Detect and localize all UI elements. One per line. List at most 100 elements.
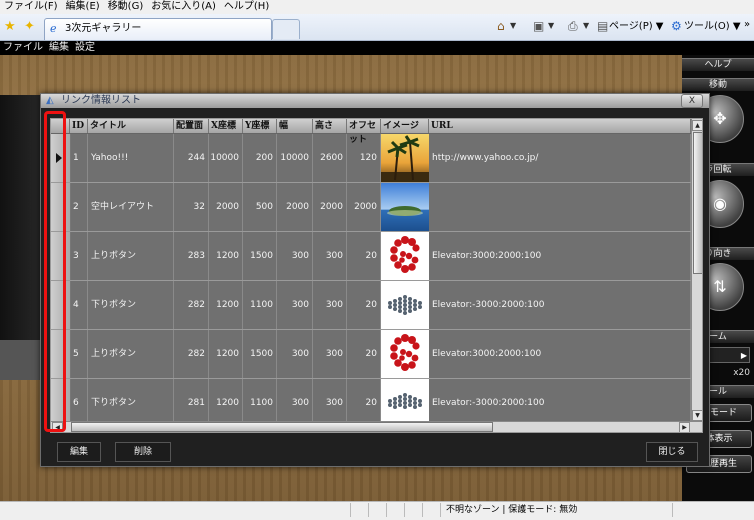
cell-y: 200 [243, 134, 277, 182]
col-id[interactable]: ID [70, 119, 88, 133]
status-divider [368, 503, 369, 517]
toolbar-overflow-icon[interactable]: » [744, 19, 750, 31]
status-divider [404, 503, 405, 517]
add-favorites-icon[interactable]: ✦ [24, 20, 35, 34]
status-divider [386, 503, 387, 517]
link-table: ID タイトル 配置面 X座標 Y座標 幅 高さ オフセット イメージ URL … [50, 118, 703, 433]
cell-id: 6 [70, 379, 88, 427]
menu-go[interactable]: 移動(G) [104, 0, 148, 13]
page-icon: ▤ [597, 19, 609, 33]
col-title[interactable]: タイトル [88, 119, 174, 133]
status-zone-text: 不明なゾーン | 保護モード: 無効 [446, 505, 578, 515]
col-face[interactable]: 配置面 [174, 119, 209, 133]
status-divider [422, 503, 423, 517]
tab-title: 3次元ギャラリー [65, 23, 142, 34]
cell-x: 10000 [209, 134, 243, 182]
favorites-star-icon[interactable]: ★ [4, 20, 16, 34]
home-dropdown-icon[interactable]: ▼ [510, 20, 516, 32]
scroll-up-icon[interactable]: ▲ [692, 120, 702, 131]
table-row[interactable]: 3 上りボタン 283 1200 1500 300 300 20 Elevato… [51, 232, 691, 281]
print-icon[interactable]: ⎙ [568, 19, 578, 33]
col-x[interactable]: X座標 [209, 119, 243, 133]
table-row[interactable]: 1 Yahoo!!! 244 10000 200 10000 2600 120 … [51, 134, 691, 183]
cell-id: 5 [70, 330, 88, 378]
zoom-slider-arrow-icon[interactable]: ▶ [706, 347, 750, 363]
cell-height: 2600 [313, 134, 347, 182]
cell-url [429, 183, 691, 231]
tools-gear-icon: ⚙ [671, 19, 682, 33]
menu-edit[interactable]: 編集(E) [62, 0, 104, 13]
help-label[interactable]: ヘルプ [682, 58, 754, 71]
tab-3d-gallery[interactable]: ℯ 3次元ギャラリー [44, 18, 272, 40]
cell-face: 283 [174, 232, 209, 280]
sphere-grid-image [381, 379, 429, 427]
cell-y: 1100 [243, 379, 277, 427]
cell-id: 3 [70, 232, 88, 280]
status-bar [0, 501, 754, 520]
status-divider [350, 503, 351, 517]
cell-offset: 20 [347, 281, 381, 329]
horizontal-scroll-thumb[interactable] [71, 422, 493, 432]
row-header-highlight [44, 111, 66, 432]
cell-id: 4 [70, 281, 88, 329]
cell-url: Elevator:3000:2000:100 [429, 232, 691, 280]
new-tab-button[interactable] [272, 19, 300, 39]
col-height[interactable]: 高さ [313, 119, 347, 133]
cell-id: 2 [70, 183, 88, 231]
cell-x: 1200 [209, 330, 243, 378]
table-row[interactable]: 2 空中レイアウト 32 2000 500 2000 2000 2000 [51, 183, 691, 232]
feeds-dropdown-icon[interactable]: ▼ [548, 20, 554, 32]
cell-y: 500 [243, 183, 277, 231]
link-info-dialog: ◭ リンク情報リスト X ID タイトル 配置面 X座標 Y座標 幅 高さ オフ… [40, 93, 710, 467]
tools-menu[interactable]: ツール(O) ▼ [684, 21, 741, 33]
move-label: 移動 [682, 78, 754, 91]
app-menu-edit[interactable]: 編集 [46, 41, 72, 55]
cell-face: 282 [174, 281, 209, 329]
sphere-grid-image [381, 281, 429, 329]
scroll-down-icon[interactable]: ▼ [692, 410, 702, 421]
cell-url: http://www.yahoo.co.jp/ [429, 134, 691, 182]
cell-face: 281 [174, 379, 209, 427]
feeds-icon[interactable]: ▣ [533, 19, 544, 33]
page-menu[interactable]: ページ(P) ▼ [609, 21, 664, 33]
col-image[interactable]: イメージ [381, 119, 429, 133]
close-button[interactable]: 閉じる [646, 442, 698, 462]
status-divider [672, 503, 673, 517]
menu-file[interactable]: ファイル(F) [0, 0, 62, 13]
cell-title: 上りボタン [88, 330, 174, 378]
delete-button[interactable]: 削除 [115, 442, 171, 462]
dialog-titlebar[interactable]: ◭ リンク情報リスト X [41, 94, 709, 108]
cell-x: 1200 [209, 281, 243, 329]
menu-favorites[interactable]: お気に入り(A) [147, 0, 220, 13]
cell-offset: 120 [347, 134, 381, 182]
cell-title: 下りボタン [88, 281, 174, 329]
cell-offset: 20 [347, 232, 381, 280]
cell-face: 32 [174, 183, 209, 231]
cell-y: 1500 [243, 232, 277, 280]
cell-offset: 2000 [347, 183, 381, 231]
print-dropdown-icon[interactable]: ▼ [583, 20, 589, 32]
table-row[interactable]: 4 下りボタン 282 1200 1100 300 300 20 Elevato… [51, 281, 691, 330]
col-y[interactable]: Y座標 [243, 119, 277, 133]
col-width[interactable]: 幅 [277, 119, 313, 133]
scroll-right-icon[interactable]: ▶ [679, 422, 690, 432]
cell-width: 300 [277, 379, 313, 427]
cell-url: Elevator:-3000:2000:100 [429, 379, 691, 427]
cell-width: 300 [277, 330, 313, 378]
col-url[interactable]: URL [429, 119, 691, 133]
table-row[interactable]: 5 上りボタン 282 1200 1500 300 300 20 Elevato… [51, 330, 691, 379]
cell-id: 1 [70, 134, 88, 182]
cell-title: 空中レイアウト [88, 183, 174, 231]
home-icon[interactable]: ⌂ [497, 19, 505, 33]
dialog-close-icon[interactable]: X [681, 94, 703, 108]
vertical-scroll-thumb[interactable] [693, 132, 702, 274]
browser-menu-bar: ファイル(F) 編集(E) 移動(G) お気に入り(A) ヘルプ(H) [0, 0, 754, 14]
red-spiral-image [381, 232, 429, 280]
cell-height: 300 [313, 379, 347, 427]
edit-button[interactable]: 編集 [57, 442, 101, 462]
app-menu-file[interactable]: ファイル [0, 41, 46, 55]
cell-title: Yahoo!!! [88, 134, 174, 182]
col-offset[interactable]: オフセット [347, 119, 381, 145]
app-menu-settings[interactable]: 設定 [72, 41, 98, 55]
menu-help[interactable]: ヘルプ(H) [220, 0, 273, 13]
